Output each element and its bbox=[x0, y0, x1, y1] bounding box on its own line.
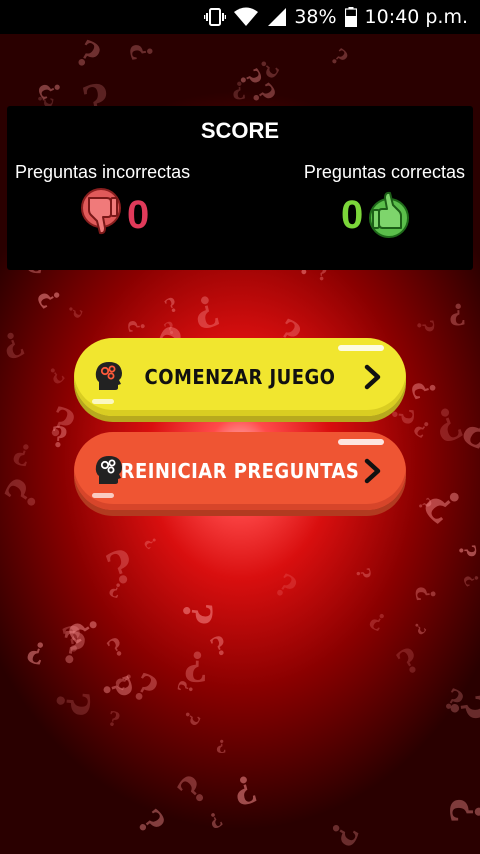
background-question-mark: ? bbox=[458, 569, 480, 590]
background-question-mark: ? bbox=[102, 631, 131, 664]
background-question-mark: ? bbox=[8, 434, 36, 473]
background-question-mark: ? bbox=[123, 318, 152, 335]
background-question-mark: ? bbox=[123, 40, 161, 63]
background-question-mark: ? bbox=[140, 532, 161, 552]
background-question-mark: ? bbox=[410, 319, 438, 334]
background-question-mark: ? bbox=[229, 766, 262, 815]
wifi-icon bbox=[234, 7, 259, 27]
background-question-mark: ? bbox=[44, 687, 99, 718]
score-title: SCORE bbox=[200, 118, 280, 143]
score-panel: SCORE Preguntas incorrectas Preguntas co… bbox=[7, 106, 473, 270]
background-question-mark: ? bbox=[42, 360, 69, 389]
chevron-right-icon bbox=[364, 458, 382, 489]
background-question-mark: ? bbox=[188, 284, 224, 339]
background-question-mark: ? bbox=[365, 605, 392, 637]
battery-percent: 38% bbox=[294, 6, 337, 28]
background-question-mark: ? bbox=[390, 640, 427, 684]
background-question-mark: ? bbox=[216, 735, 227, 757]
background-question-mark: ? bbox=[160, 292, 182, 319]
background-question-mark: ? bbox=[350, 566, 374, 581]
background-question-mark: ? bbox=[172, 598, 221, 627]
background-question-mark: ? bbox=[0, 323, 30, 368]
background-question-mark: ? bbox=[23, 632, 51, 672]
reset-questions-button[interactable]: REINICIAR PREGUNTAS bbox=[74, 432, 406, 510]
background-question-mark: ? bbox=[267, 567, 303, 608]
background-question-mark: ? bbox=[0, 469, 50, 519]
battery-icon bbox=[344, 7, 357, 27]
background-question-mark: ? bbox=[62, 301, 87, 321]
thumbs-up-icon bbox=[365, 188, 411, 243]
reset-questions-label: REINICIAR PREGUNTAS bbox=[120, 459, 360, 483]
start-game-button[interactable]: COMENZAR JUEGO bbox=[74, 338, 406, 416]
background-question-mark: ? bbox=[410, 585, 443, 603]
correct-count: 0 bbox=[341, 193, 364, 237]
background-question-mark: ? bbox=[105, 705, 123, 732]
background-question-mark: ? bbox=[442, 797, 480, 824]
thumbs-down-icon bbox=[79, 188, 125, 243]
incorrect-score: 0 bbox=[79, 188, 149, 243]
background-question-mark: ? bbox=[453, 544, 480, 559]
background-question-mark: ? bbox=[128, 802, 173, 843]
background-question-mark: ? bbox=[320, 814, 367, 853]
correct-score: 0 bbox=[341, 188, 411, 243]
background-question-mark: ? bbox=[100, 539, 142, 597]
vibrate-icon bbox=[204, 7, 227, 27]
status-bar: 38% 10:40 p.m. bbox=[0, 0, 480, 34]
background-question-mark: ? bbox=[448, 296, 467, 332]
background-question-mark: ? bbox=[168, 766, 217, 813]
background-question-mark: ? bbox=[206, 630, 233, 665]
chevron-right-icon bbox=[364, 364, 382, 395]
background-question-mark: ? bbox=[203, 806, 226, 834]
incorrect-count: 0 bbox=[127, 193, 150, 237]
start-game-label: COMENZAR JUEGO bbox=[144, 365, 336, 389]
correct-questions-label: Preguntas correctas bbox=[303, 162, 465, 182]
background-question-mark: ? bbox=[325, 43, 353, 72]
signal-icon bbox=[266, 7, 287, 27]
background-question-mark: ? bbox=[178, 706, 205, 731]
incorrect-questions-label: Preguntas incorrectas bbox=[15, 162, 191, 182]
clock-time: 10:40 p.m. bbox=[364, 6, 468, 28]
background-question-mark: ? bbox=[40, 398, 81, 451]
background-question-mark: ? bbox=[409, 618, 430, 639]
background-question-mark: ? bbox=[68, 34, 108, 79]
